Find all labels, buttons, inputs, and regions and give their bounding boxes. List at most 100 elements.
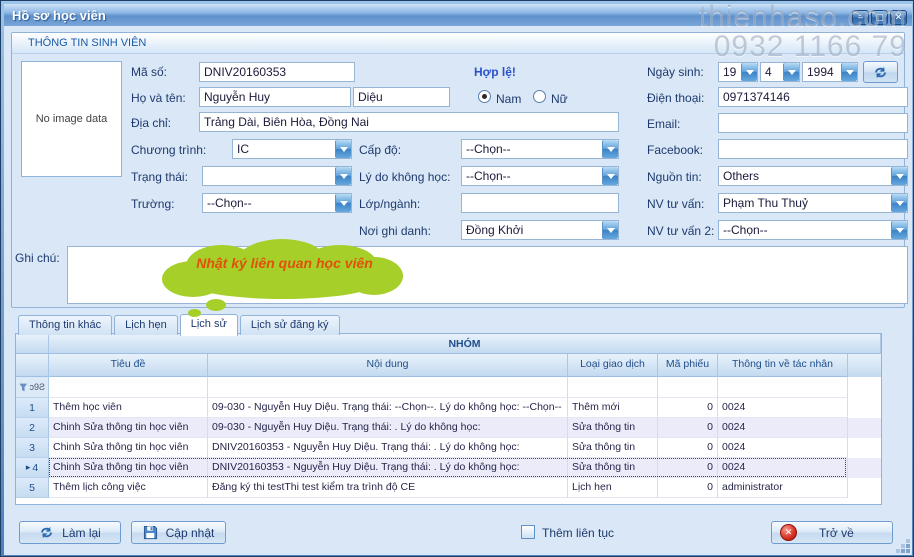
row-index: 1 [16,398,49,418]
band-title[interactable]: NHÓM [49,334,881,354]
facebook-label: Facebook: [647,143,703,157]
truong-select[interactable]: --Chọn-- [202,193,352,213]
nv-tu-van-2-value: --Chọn-- [719,221,891,239]
chevron-down-icon[interactable] [891,194,907,212]
row-index: 2 [16,418,49,438]
last-name-input[interactable] [353,87,450,107]
nv-tu-van-select[interactable]: Phạm Thu Thuỷ [718,193,908,213]
chevron-down-icon[interactable] [602,167,618,185]
facebook-input[interactable] [718,139,908,159]
phone-input[interactable] [718,87,908,107]
them-lien-tuc-checkbox[interactable] [521,525,535,539]
address-input[interactable] [199,112,619,132]
gender-female-radio[interactable] [533,90,546,103]
col-header-noi-dung[interactable]: Nội dung [208,354,568,377]
nguon-tin-select[interactable]: Others [718,166,908,186]
ma-so-label: Mã số: [131,65,167,79]
chuong-trinh-select[interactable]: IC [232,139,352,159]
col-header-loai-giao-dich[interactable]: Loại giao dịch [568,354,658,377]
title-bar[interactable]: Hồ sơ học viên [4,4,912,26]
col-header-tieu-de[interactable]: Tiêu đề [49,354,208,377]
noi-ghi-danh-select[interactable]: Đồng Khởi [461,220,619,240]
tro-ve-button[interactable]: ✕ Trở về [771,521,893,544]
table-row[interactable]: 5 Thêm lịch công việc Đăng ký thi testTh… [16,478,881,498]
gender-male-radio[interactable] [478,90,491,103]
refresh-icon [39,526,54,539]
filter-cell-tac-nhan[interactable] [718,377,848,398]
birth-day-select[interactable]: 19 [718,62,758,82]
nv-tu-van-2-select[interactable]: --Chọn-- [718,220,908,240]
lop-nganh-input[interactable] [461,193,619,213]
tab-lich-su[interactable]: Lịch sử [180,314,238,336]
chevron-down-icon[interactable] [335,167,351,185]
refresh-date-button[interactable] [863,61,898,83]
maximize-button[interactable]: ▢ [871,10,888,25]
close-button[interactable]: ✕ [890,10,907,25]
email-input[interactable] [718,113,908,133]
trang-thai-label: Trạng thái: [131,170,188,184]
trang-thai-select[interactable] [202,166,352,186]
lam-lai-button[interactable]: Làm lại [19,521,121,544]
tab-strip: Thông tin khác Lịch hẹn Lịch sử Lịch sử … [18,313,342,335]
groupbox-title: THÔNG TIN SINH VIÊN [28,37,146,49]
chuong-trinh-label: Chương trình: [131,143,206,157]
filter-cell-tieu-de[interactable] [49,377,208,398]
minimize-button[interactable]: – [852,10,869,25]
filter-cell-noi-dung[interactable] [208,377,568,398]
ghi-chu-textarea[interactable] [67,246,908,304]
row-index: 3 [16,438,49,458]
first-name-input[interactable] [199,87,351,107]
chevron-down-icon[interactable] [891,167,907,185]
column-header-row: Tiêu đề Nội dung Loại giao dịch Mã phiếu… [16,354,881,377]
resize-grip[interactable] [906,549,910,553]
col-header-tac-nhan[interactable]: Thông tin về tác nhân [718,354,848,377]
lop-nganh-label: Lớp/ngành: [359,197,420,211]
chevron-down-icon[interactable] [841,63,857,81]
chevron-down-icon[interactable] [783,63,799,81]
group-band-row: NHÓM [16,334,881,354]
nguon-tin-label: Nguồn tin: [647,170,702,184]
ho-va-ten-label: Họ và tên: [131,91,186,105]
ly-do-khong-hoc-select[interactable]: --Chọn-- [461,166,619,186]
chevron-down-icon[interactable] [602,140,618,158]
birth-month-select[interactable]: 4 [760,62,800,82]
chuong-trinh-value: IC [233,140,335,158]
tab-lich-su-dang-ky[interactable]: Lịch sử đăng ký [240,315,340,335]
row-index: 5 [16,478,49,498]
chevron-down-icon[interactable] [602,221,618,239]
window-title: Hồ sơ học viên [12,8,106,23]
nv-tu-van-2-label: NV tư vấn 2: [647,224,714,238]
col-header-ma-phieu[interactable]: Mã phiếu [658,354,718,377]
ghi-chu-label: Ghi chú: [15,251,60,265]
ngay-sinh-label: Ngày sinh: [647,65,704,79]
table-row[interactable]: 2 Chinh Sửa thông tin học viên 09-030 - … [16,418,881,438]
tab-thong-tin-khac[interactable]: Thông tin khác [18,315,112,335]
nguon-tin-value: Others [719,167,891,185]
validation-status: Hợp lệ! [474,65,516,79]
chevron-down-icon[interactable] [741,63,757,81]
cap-do-select[interactable]: --Chọn-- [461,139,619,159]
birth-year-select[interactable]: 1994 [802,62,858,82]
dia-chi-label: Địa chỉ: [131,116,171,130]
photo-placeholder: No image data [21,61,122,177]
chevron-down-icon[interactable] [335,140,351,158]
truong-label: Trường: [131,197,174,211]
chevron-down-icon[interactable] [335,194,351,212]
noi-ghi-danh-label: Nơi ghi danh: [359,224,431,238]
birth-year-value: 1994 [803,63,841,81]
nv-tu-van-value: Phạm Thu Thuỷ [719,194,891,212]
ma-so-input[interactable] [199,62,355,82]
filter-cell-loai-giao-dich[interactable] [568,377,658,398]
auto-filter-row: ɔ9Ƨ [16,377,881,398]
cap-do-label: Cấp độ: [359,143,401,157]
row-index: ▸ 4 [16,458,49,478]
filter-cell-ma-phieu[interactable] [658,377,718,398]
table-row-selected[interactable]: ▸ 4 Chinh Sửa thông tin học viên DNIV201… [16,458,881,478]
cap-nhat-button[interactable]: Cập nhật [131,521,226,544]
ly-do-khong-hoc-value: --Chọn-- [462,167,602,185]
tab-lich-hen[interactable]: Lịch hẹn [114,315,178,335]
save-floppy-icon [143,525,158,540]
table-row[interactable]: 3 Chinh Sửa thông tin học viên DNIV20160… [16,438,881,458]
table-row[interactable]: 1 Thêm học viên 09-030 - Nguyễn Huy Diệu… [16,398,881,418]
chevron-down-icon[interactable] [891,221,907,239]
